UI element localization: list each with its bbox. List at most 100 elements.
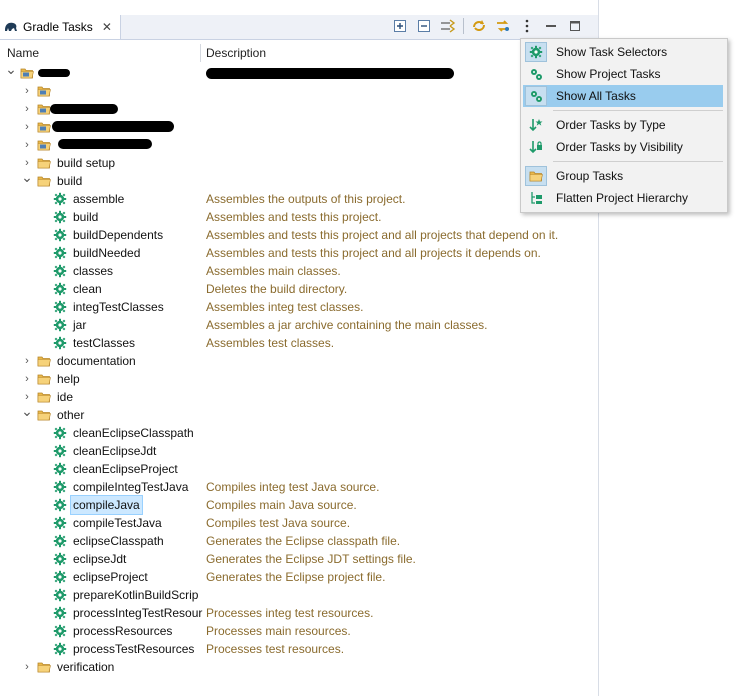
link-editor-icon[interactable] <box>439 17 457 35</box>
task-name: cleanEclipseProject <box>73 462 178 476</box>
task-gear-icon <box>53 588 67 602</box>
task-row[interactable]: processIntegTestResour Processes integ te… <box>0 604 598 622</box>
group-name: ide <box>57 390 74 404</box>
task-name: eclipseProject <box>73 570 148 584</box>
task-row[interactable]: eclipseProject Generates the Eclipse proj… <box>0 568 598 586</box>
task-row[interactable]: compileJava Compiles main Java source. <box>0 495 598 515</box>
tree-row-group[interactable]: › help <box>0 370 598 388</box>
tree-row-group[interactable]: ⌄ other <box>0 403 598 424</box>
chevron-down-icon[interactable]: ⌄ <box>21 168 33 186</box>
task-row[interactable]: eclipseClasspath Generates the Eclipse cl… <box>0 532 598 550</box>
task-row[interactable]: jar Assembles a jar archive containing th… <box>0 316 598 334</box>
chevron-right-icon[interactable]: › <box>21 352 33 370</box>
task-gear-icon <box>53 282 67 296</box>
chevron-right-icon[interactable]: › <box>21 82 33 100</box>
menu-separator <box>553 110 723 111</box>
task-row[interactable]: assemble Assembles the outputs of this pr… <box>0 190 598 208</box>
gradle-tasks-view: Gradle Tasks ✕ Name Description ⌄ › › › … <box>0 0 599 696</box>
folder-icon <box>37 156 51 170</box>
chevron-down-icon[interactable]: ⌄ <box>5 60 17 78</box>
task-row[interactable]: processResources Processes main resources… <box>0 622 598 640</box>
task-row[interactable]: buildDependents Assembles and tests this … <box>0 226 598 244</box>
task-row[interactable]: clean Deletes the build directory. <box>0 280 598 298</box>
tab-gradle-tasks[interactable]: Gradle Tasks ✕ <box>0 15 121 39</box>
task-name: buildDependents <box>73 228 164 242</box>
all-tasks-icon <box>525 86 547 106</box>
column-name-header[interactable]: Name <box>7 46 39 60</box>
column-description-header[interactable]: Description <box>206 46 266 60</box>
task-description: Generates the Eclipse project file. <box>206 570 386 584</box>
chevron-right-icon[interactable]: › <box>21 136 33 154</box>
task-row[interactable]: build Assembles and tests this project. <box>0 208 598 226</box>
menu-item-show-project-tasks[interactable]: Show Project Tasks <box>523 63 723 85</box>
task-gear-icon <box>53 570 67 584</box>
expand-all-icon[interactable] <box>391 17 409 35</box>
view-menu-icon[interactable] <box>518 17 536 35</box>
tree-row-group[interactable]: › documentation <box>0 352 598 370</box>
group-name: build <box>57 174 83 188</box>
chevron-down-icon[interactable]: ⌄ <box>21 402 33 420</box>
tree-row-group[interactable]: › ide <box>0 388 598 406</box>
collapse-all-icon[interactable] <box>415 17 433 35</box>
task-row[interactable]: compileTestJava Compiles test Java source… <box>0 514 598 532</box>
task-description: Deletes the build directory. <box>206 282 348 296</box>
task-row[interactable]: cleanEclipseProject <box>0 460 598 478</box>
task-description: Assembles and tests this project. <box>206 210 382 224</box>
menu-item-order-tasks-by-type[interactable]: Order Tasks by Type <box>523 114 723 136</box>
tree-row-group[interactable]: › verification <box>0 658 598 676</box>
task-gear-icon <box>53 300 67 314</box>
task-name: classes <box>73 264 114 278</box>
redaction-mark <box>52 121 174 132</box>
task-gear-icon <box>53 480 67 494</box>
view-options-menu: Show Task Selectors Show Project Tasks Sho… <box>520 38 728 213</box>
tree-row-group[interactable]: › build setup <box>0 154 598 172</box>
task-gear-icon <box>53 498 67 512</box>
task-row[interactable]: prepareKotlinBuildScrip <box>0 586 598 604</box>
menu-item-label: Order Tasks by Visibility <box>556 140 683 154</box>
task-name: prepareKotlinBuildScrip <box>73 588 199 602</box>
folder-icon <box>37 174 51 188</box>
menu-item-show-task-selectors[interactable]: Show Task Selectors <box>523 41 723 63</box>
task-row[interactable]: compileIntegTestJava Compiles integ test … <box>0 478 598 496</box>
minimize-icon[interactable] <box>542 17 560 35</box>
task-row[interactable]: classes Assembles main classes. <box>0 262 598 280</box>
project-folder-icon <box>20 66 34 80</box>
menu-item-flatten-project-hierarchy[interactable]: Flatten Project Hierarchy <box>523 187 723 209</box>
task-row[interactable]: eclipseJdt Generates the Eclipse JDT sett… <box>0 550 598 568</box>
run-icon[interactable] <box>494 17 512 35</box>
task-row[interactable]: testClasses Assembles test classes. <box>0 334 598 352</box>
task-row[interactable]: processTestResources Processes test resou… <box>0 640 598 658</box>
menu-item-group-tasks[interactable]: Group Tasks <box>523 165 723 187</box>
folder-icon <box>37 354 51 368</box>
chevron-right-icon[interactable]: › <box>21 100 33 118</box>
tree-row-group[interactable]: › <box>0 136 598 154</box>
close-icon[interactable]: ✕ <box>102 20 112 34</box>
task-name: processTestResources <box>73 642 195 656</box>
maximize-icon[interactable] <box>566 17 584 35</box>
tree-row-group[interactable]: › <box>0 82 598 100</box>
task-name: buildNeeded <box>73 246 141 260</box>
task-row[interactable]: cleanEclipseClasspath <box>0 424 598 442</box>
menu-item-show-all-tasks[interactable]: Show All Tasks <box>523 85 723 107</box>
refresh-icon[interactable] <box>470 17 488 35</box>
group-name: verification <box>57 660 115 674</box>
task-description: Compiles main Java source. <box>206 498 357 512</box>
chevron-right-icon[interactable]: › <box>21 658 33 676</box>
chevron-right-icon[interactable]: › <box>21 118 33 136</box>
task-description: Assembles the outputs of this project. <box>206 192 406 206</box>
task-row[interactable]: integTestClasses Assembles integ test cla… <box>0 298 598 316</box>
project-folder-icon <box>37 102 51 116</box>
task-row[interactable]: cleanEclipseJdt <box>0 442 598 460</box>
menu-item-order-tasks-by-visibility[interactable]: Order Tasks by Visibility <box>523 136 723 158</box>
task-name: cleanEclipseJdt <box>73 444 157 458</box>
tree-row-group[interactable]: ⌄ build <box>0 169 598 190</box>
task-name: processResources <box>73 624 173 638</box>
task-gear-icon <box>53 516 67 530</box>
tree-row-root-project[interactable]: ⌄ <box>0 61 598 82</box>
tree-row-group[interactable]: › <box>0 100 598 118</box>
task-row[interactable]: buildNeeded Assembles and tests this proj… <box>0 244 598 262</box>
tree-row-group[interactable]: › <box>0 118 598 136</box>
task-name: testClasses <box>73 336 136 350</box>
chevron-right-icon[interactable]: › <box>21 370 33 388</box>
column-divider[interactable] <box>200 44 201 62</box>
